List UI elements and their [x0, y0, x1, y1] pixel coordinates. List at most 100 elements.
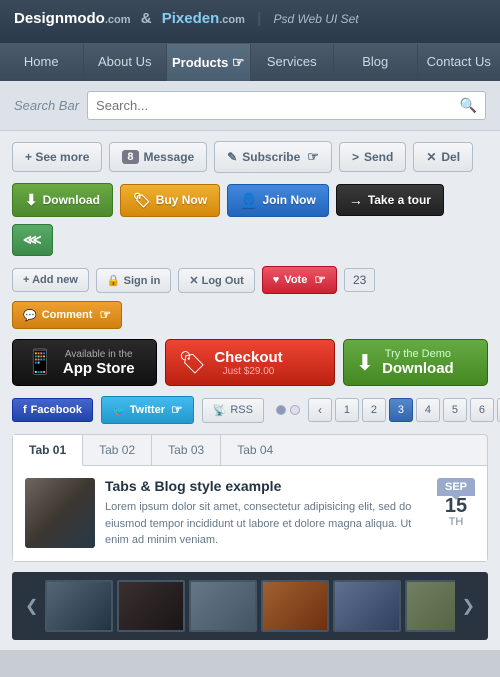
- header-divider: |: [257, 10, 261, 27]
- take-tour-button[interactable]: → Take a tour: [336, 184, 444, 216]
- facebook-button[interactable]: f Facebook: [12, 398, 93, 422]
- del-icon: ✕: [426, 150, 436, 164]
- try-demo-button[interactable]: ⬇ Try the Demo Download: [343, 339, 488, 386]
- message-count: 8: [122, 150, 138, 164]
- nav-item-blog[interactable]: Blog: [334, 44, 418, 81]
- send-icon: >: [352, 150, 359, 164]
- header-subtitle: Psd Web UI Set: [273, 12, 358, 26]
- twitter-button[interactable]: 🐦 Twitter ☞: [101, 396, 194, 424]
- thumb-item-1[interactable]: [45, 580, 113, 632]
- taketour-label: Take a tour: [368, 193, 431, 207]
- thumb-item-6[interactable]: [405, 580, 454, 632]
- tab-thumbnail: [25, 478, 95, 548]
- cursor-icon-subscribe: ☞: [307, 149, 319, 165]
- checkout-line2: Just $29.00: [214, 366, 282, 377]
- send-label: Send: [364, 150, 393, 164]
- logout-button[interactable]: ✕ Log Out: [178, 268, 254, 293]
- big-btn-row: 📱 Available in the App Store 🏷 Checkout …: [12, 339, 488, 386]
- small-btn-row: + Add new 🔒 Sign in ✕ Log Out ♥ Vote ☞ 2…: [12, 266, 488, 329]
- page-4[interactable]: 4: [416, 398, 440, 422]
- page-2[interactable]: 2: [362, 398, 386, 422]
- nav-item-services[interactable]: Services: [251, 44, 335, 81]
- tab-date-month: SEP: [437, 478, 475, 496]
- buy-now-button[interactable]: 🏷 Buy Now: [120, 184, 220, 217]
- search-input[interactable]: [96, 98, 460, 113]
- checkout-text: Checkout Just $29.00: [214, 349, 282, 377]
- tabs-container: Tab 01 Tab 02 Tab 03 Tab 04 Tabs & Blog …: [12, 434, 488, 562]
- page-1[interactable]: 1: [335, 398, 359, 422]
- header-title: Designmodo.com & Pixeden.com | Psd Web U…: [14, 10, 486, 27]
- tabs-header: Tab 01 Tab 02 Tab 03 Tab 04: [13, 435, 487, 466]
- nav-item-home[interactable]: Home: [0, 44, 84, 81]
- tab-01[interactable]: Tab 01: [13, 435, 83, 466]
- see-more-button[interactable]: + See more: [12, 142, 102, 172]
- join-now-button[interactable]: 👤 Join Now: [227, 184, 329, 217]
- demo-line2: Download: [382, 360, 454, 377]
- vote-button[interactable]: ♥ Vote ☞: [262, 266, 337, 294]
- comment-icon: 💬: [23, 309, 37, 322]
- del-button[interactable]: ✕ Del: [413, 142, 473, 172]
- rss-icon: 📡: [213, 404, 227, 417]
- pagination: ‹ 1 2 3 4 5 6 ›: [308, 398, 500, 422]
- page-3[interactable]: 3: [389, 398, 413, 422]
- utility-btn-row: + See more 8 Message ✎ Subscribe ☞ > Sen…: [12, 141, 488, 173]
- tab-04[interactable]: Tab 04: [221, 435, 289, 465]
- vote-label: Vote: [284, 274, 307, 286]
- subscribe-button[interactable]: ✎ Subscribe ☞: [214, 141, 332, 173]
- action-btn-row: ⬇ Download 🏷 Buy Now 👤 Join Now → Take a…: [12, 183, 488, 256]
- search-label: Search Bar: [14, 98, 79, 113]
- content-area: + See more 8 Message ✎ Subscribe ☞ > Sen…: [0, 131, 500, 650]
- add-new-button[interactable]: + Add new: [12, 268, 89, 292]
- share-button[interactable]: ⋘: [12, 224, 53, 256]
- tab-03[interactable]: Tab 03: [152, 435, 221, 465]
- thumb-item-4[interactable]: [261, 580, 329, 632]
- download-button[interactable]: ⬇ Download: [12, 183, 113, 217]
- joinnow-label: Join Now: [262, 193, 315, 207]
- cursor-icon: ☞: [232, 54, 245, 71]
- buynow-label: Buy Now: [156, 193, 207, 207]
- message-label: Message: [144, 150, 195, 164]
- download-icon: ⬇: [25, 191, 38, 209]
- pagination-prev[interactable]: ‹: [308, 398, 332, 422]
- appstore-button[interactable]: 📱 Available in the App Store: [12, 339, 157, 386]
- comment-button[interactable]: 💬 Comment ☞: [12, 301, 122, 329]
- thumb-item-3[interactable]: [189, 580, 257, 632]
- download-big-icon: ⬇: [356, 350, 374, 376]
- subscribe-label: Subscribe: [242, 150, 300, 164]
- search-section: Search Bar 🔍: [0, 81, 500, 131]
- radio-group: [276, 405, 300, 415]
- send-button[interactable]: > Send: [339, 142, 406, 172]
- thumb-item-2[interactable]: [117, 580, 185, 632]
- taketour-icon: →: [349, 192, 363, 208]
- sign-in-button[interactable]: 🔒 Sign in: [96, 268, 171, 293]
- thumb-prev-arrow[interactable]: ❮: [22, 596, 41, 616]
- nav-item-contact[interactable]: Contact Us: [418, 44, 500, 81]
- checkout-button[interactable]: 🏷 Checkout Just $29.00: [165, 339, 334, 386]
- rss-button[interactable]: 📡 RSS: [202, 398, 264, 423]
- thumb-next-arrow[interactable]: ❯: [459, 596, 478, 616]
- social-pagination-row: f Facebook 🐦 Twitter ☞ 📡 RSS ‹ 1 2 3 4 5…: [12, 396, 488, 424]
- tab-02[interactable]: Tab 02: [83, 435, 152, 465]
- brand2-suffix: .com: [219, 14, 245, 26]
- demo-text: Try the Demo Download: [382, 348, 454, 377]
- twitter-icon: 🐦: [112, 404, 126, 417]
- thumb-item-5[interactable]: [333, 580, 401, 632]
- page-6[interactable]: 6: [470, 398, 494, 422]
- tab-content-body: Lorem ipsum dolor sit amet, consectetur …: [105, 499, 427, 549]
- search-icon[interactable]: 🔍: [460, 97, 477, 114]
- nav-item-products[interactable]: Products ☞: [167, 44, 251, 81]
- page-5[interactable]: 5: [443, 398, 467, 422]
- vote-icon: ♥: [273, 274, 280, 286]
- rss-label: RSS: [230, 404, 253, 416]
- nav-item-about[interactable]: About Us: [84, 44, 168, 81]
- message-button[interactable]: 8 Message: [109, 142, 207, 172]
- radio-dot-1[interactable]: [276, 405, 286, 415]
- cursor-icon-comment: ☞: [99, 307, 111, 323]
- facebook-icon: f: [23, 404, 27, 416]
- tab-date: SEP 15 TH: [437, 478, 475, 528]
- thumbnail-strip: ❮ ❯: [12, 572, 488, 640]
- download-label: Download: [43, 193, 100, 207]
- radio-dot-2[interactable]: [290, 405, 300, 415]
- twitter-label: Twitter: [130, 404, 165, 416]
- comment-label: Comment: [42, 309, 93, 321]
